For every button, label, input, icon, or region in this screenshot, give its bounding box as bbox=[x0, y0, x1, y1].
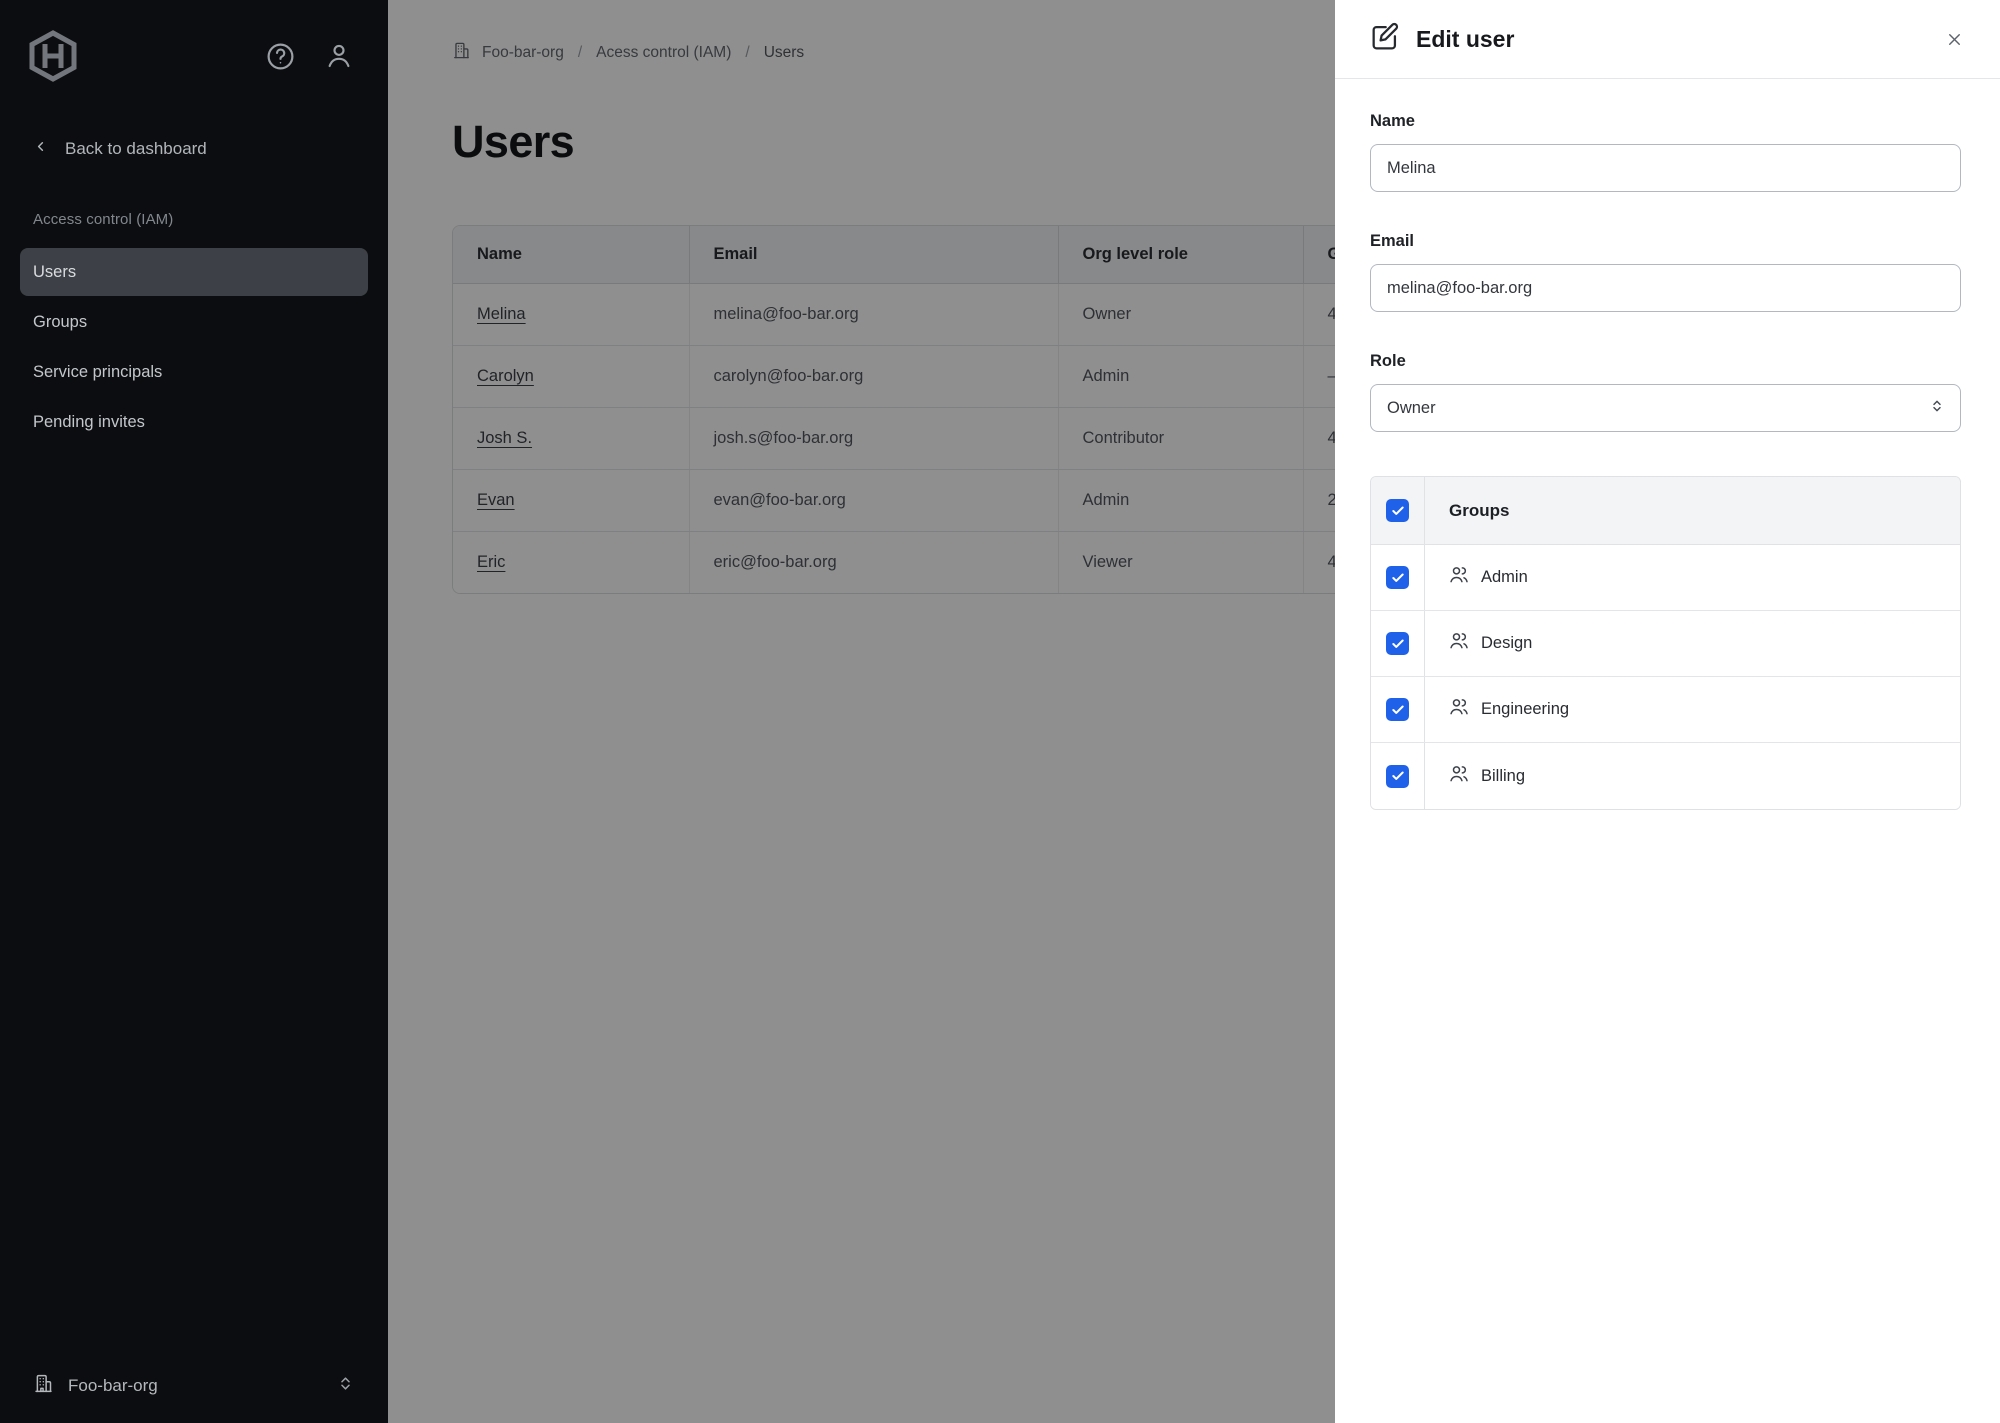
role-field-label: Role bbox=[1370, 352, 1961, 371]
groups-table-header: Groups bbox=[1371, 477, 1960, 545]
group-name: Engineering bbox=[1481, 700, 1569, 719]
group-checkbox-billing[interactable] bbox=[1386, 765, 1409, 788]
group-name: Billing bbox=[1481, 767, 1525, 786]
group-name: Admin bbox=[1481, 568, 1528, 587]
name-input[interactable] bbox=[1370, 144, 1961, 192]
unfold-caret-icon bbox=[337, 1375, 354, 1397]
users-group-icon bbox=[1449, 697, 1469, 722]
hashicorp-logo-icon[interactable] bbox=[28, 30, 78, 82]
chevron-left-icon bbox=[33, 139, 48, 159]
org-switcher-label: Foo-bar-org bbox=[68, 1376, 158, 1396]
select-all-groups-checkbox[interactable] bbox=[1386, 499, 1409, 522]
groups-header-label: Groups bbox=[1449, 501, 1509, 521]
back-to-dashboard-label: Back to dashboard bbox=[65, 139, 207, 159]
groups-selection-table: Groups Admin bbox=[1370, 476, 1961, 810]
group-name: Design bbox=[1481, 634, 1532, 653]
role-select[interactable]: Owner bbox=[1370, 384, 1961, 432]
close-icon[interactable] bbox=[1945, 30, 1964, 49]
group-checkbox-design[interactable] bbox=[1386, 632, 1409, 655]
edit-user-drawer: Edit user Name Email Role Owner bbox=[1335, 0, 2000, 1423]
group-checkbox-engineering[interactable] bbox=[1386, 698, 1409, 721]
email-field-label: Email bbox=[1370, 232, 1961, 251]
drawer-title: Edit user bbox=[1416, 26, 1514, 53]
users-group-icon bbox=[1449, 764, 1469, 789]
sidebar-section-label: Access control (IAM) bbox=[33, 211, 388, 228]
edit-icon bbox=[1368, 20, 1402, 59]
group-checkbox-admin[interactable] bbox=[1386, 566, 1409, 589]
sidebar-item-users[interactable]: Users bbox=[20, 248, 368, 296]
role-select-value: Owner bbox=[1387, 399, 1436, 418]
sidebar-item-service-principals[interactable]: Service principals bbox=[20, 348, 368, 396]
help-icon[interactable] bbox=[265, 41, 296, 72]
sidebar-nav: Users Groups Service principals Pending … bbox=[20, 248, 368, 446]
group-row: Design bbox=[1371, 611, 1960, 677]
select-caret-icon bbox=[1929, 398, 1945, 419]
back-to-dashboard-link[interactable]: Back to dashboard bbox=[33, 139, 358, 159]
group-row: Engineering bbox=[1371, 677, 1960, 743]
group-row: Admin bbox=[1371, 545, 1960, 611]
sidebar-item-groups[interactable]: Groups bbox=[20, 298, 368, 346]
users-group-icon bbox=[1449, 565, 1469, 590]
user-account-icon[interactable] bbox=[324, 41, 354, 71]
name-field-label: Name bbox=[1370, 112, 1961, 131]
organization-icon bbox=[33, 1373, 54, 1399]
sidebar: Back to dashboard Access control (IAM) U… bbox=[0, 0, 388, 1423]
users-group-icon bbox=[1449, 631, 1469, 656]
group-row: Billing bbox=[1371, 743, 1960, 809]
email-input[interactable] bbox=[1370, 264, 1961, 312]
sidebar-item-pending-invites[interactable]: Pending invites bbox=[20, 398, 368, 446]
org-switcher[interactable]: Foo-bar-org bbox=[33, 1373, 354, 1399]
